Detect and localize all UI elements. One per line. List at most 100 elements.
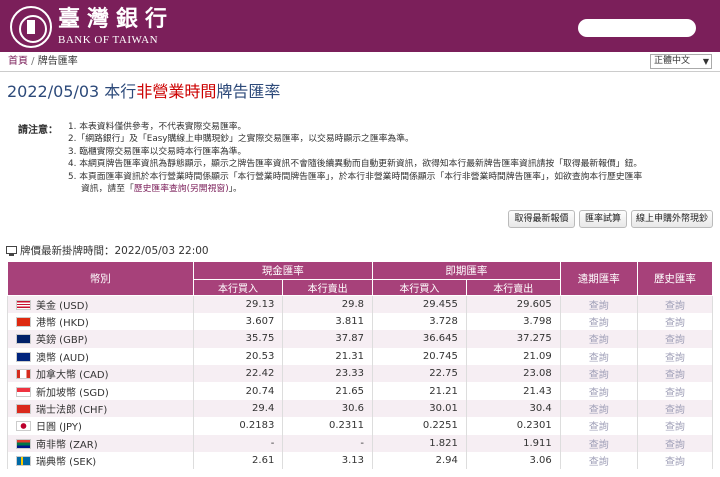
currency-cell: 美金 (USD): [7, 295, 194, 313]
history-query-link[interactable]: 查詢: [636, 417, 714, 435]
history-query-link[interactable]: 查詢: [636, 452, 714, 470]
currency-name: 港幣 (HKD): [36, 318, 89, 330]
cash-buy-cell: 22.42: [192, 365, 284, 383]
header-forward-rate: 遠期匯率: [559, 261, 638, 296]
forward-query-link[interactable]: 查詢: [559, 312, 638, 331]
cash-sell-cell: 37.87: [282, 330, 373, 348]
spot-sell-cell: 1.911: [465, 434, 561, 453]
currency-name: 美金 (USD): [36, 300, 89, 312]
quote-time: 牌價最新掛牌時間：2022/05/03 22:00: [6, 243, 209, 258]
logo-chinese-name: 臺灣銀行: [58, 6, 175, 32]
forward-query-link[interactable]: 查詢: [559, 452, 638, 470]
forward-query-link[interactable]: 查詢: [559, 295, 638, 313]
spot-sell-cell: 21.43: [465, 382, 561, 400]
spot-sell-cell: 23.08: [465, 365, 561, 383]
currency-name: 加拿大幣 (CAD): [36, 370, 109, 382]
logo-english-name: BANK OF TAIWAN: [58, 34, 159, 46]
spot-buy-cell: 21.21: [372, 382, 467, 400]
spot-buy-cell: 3.728: [372, 312, 467, 331]
currency-cell: 英鎊 (GBP): [7, 330, 194, 348]
header-spot-rate: 即期匯率: [372, 261, 561, 280]
history-rate-link[interactable]: 歷史匯率查詢(另開視窗): [134, 184, 229, 194]
table-row: 澳幣 (AUD) 20.53 21.31 20.745 21.09 查詢 查詢: [7, 347, 714, 366]
currency-cell: 澳幣 (AUD): [7, 347, 194, 366]
sg-flag-icon: [16, 386, 31, 397]
forward-query-link[interactable]: 查詢: [559, 434, 638, 453]
spot-sell-cell: 29.605: [465, 295, 561, 313]
cash-buy-cell: 3.607: [192, 312, 284, 331]
notice-label: 請注意：: [18, 125, 58, 136]
search-input[interactable]: [578, 19, 696, 37]
za-flag-icon: [16, 438, 31, 449]
breadcrumb-home-link[interactable]: 首頁: [8, 56, 28, 67]
header-cash-sell: 本行賣出: [282, 279, 373, 296]
spot-buy-cell: 22.75: [372, 365, 467, 383]
spot-sell-cell: 0.2301: [465, 417, 561, 435]
breadcrumb-separator: /: [28, 56, 38, 67]
bank-logo[interactable]: 臺灣銀行 BANK OF TAIWAN: [10, 6, 174, 48]
currency-name: 澳幣 (AUD): [36, 352, 89, 364]
language-select[interactable]: 正體中文 ▼: [650, 54, 712, 69]
forward-query-link[interactable]: 查詢: [559, 417, 638, 435]
header-history-rate: 歷史匯率: [636, 261, 714, 296]
cash-buy-cell: 20.74: [192, 382, 284, 400]
cash-order-button[interactable]: 線上申購外幣現鈔: [631, 210, 713, 228]
title-highlight: 非營業時間: [136, 82, 217, 101]
notice-list: 1. 本表資料僅供參考，不代表實際交易匯率。 2.「網路銀行」及「Easy購線上…: [68, 121, 642, 195]
table-row: 美金 (USD) 29.13 29.8 29.455 29.605 查詢 查詢: [7, 295, 714, 313]
ca-flag-icon: [16, 369, 31, 380]
header-cash-rate: 現金匯率: [192, 261, 374, 280]
header-spot-sell: 本行賣出: [465, 279, 561, 296]
forward-query-link[interactable]: 查詢: [559, 330, 638, 348]
page-title: 2022/05/03 本行非營業時間牌告匯率: [7, 82, 281, 101]
currency-name: 英鎊 (GBP): [36, 335, 88, 347]
notice-item: 4. 本網頁牌告匯率資訊為靜態顯示，顯示之牌告匯率資訊不會隨後續異動而自動更新資…: [68, 159, 643, 170]
site-header: 臺灣銀行 BANK OF TAIWAN: [0, 0, 720, 52]
history-query-link[interactable]: 查詢: [636, 382, 714, 400]
forward-query-link[interactable]: 查詢: [559, 347, 638, 366]
history-query-link[interactable]: 查詢: [636, 365, 714, 383]
history-query-link[interactable]: 查詢: [636, 330, 714, 348]
spot-buy-cell: 1.821: [372, 434, 467, 453]
gb-flag-icon: [16, 334, 31, 345]
history-query-link[interactable]: 查詢: [636, 347, 714, 366]
spot-sell-cell: 21.09: [465, 347, 561, 366]
us-flag-icon: [16, 299, 31, 310]
notice-item: 3. 臨櫃實際交易匯率以交易時本行匯率為準。: [68, 146, 247, 157]
rate-calculator-button[interactable]: 匯率試算: [579, 210, 627, 228]
breadcrumb-current: 牌告匯率: [37, 56, 78, 67]
currency-cell: 港幣 (HKD): [7, 312, 194, 331]
history-query-link[interactable]: 查詢: [636, 312, 714, 331]
cash-sell-cell: 29.8: [282, 295, 373, 313]
spot-buy-cell: 30.01: [372, 399, 467, 418]
quote-time-text: 牌價最新掛牌時間：2022/05/03 22:00: [20, 245, 209, 257]
currency-name: 瑞士法郎 (CHF): [36, 405, 108, 417]
history-query-link[interactable]: 查詢: [636, 399, 714, 418]
table-row: 日圓 (JPY) 0.2183 0.2311 0.2251 0.2301 查詢 查詢: [7, 417, 714, 435]
history-query-link[interactable]: 查詢: [636, 434, 714, 453]
bank-seal-icon: [10, 6, 52, 48]
cash-buy-cell: 2.61: [192, 452, 284, 470]
cash-sell-cell: 21.65: [282, 382, 373, 400]
forward-query-link[interactable]: 查詢: [559, 399, 638, 418]
currency-cell: 南非幣 (ZAR): [7, 434, 194, 453]
table-row: 港幣 (HKD) 3.607 3.811 3.728 3.798 查詢 查詢: [7, 312, 714, 331]
forward-query-link[interactable]: 查詢: [559, 382, 638, 400]
currency-cell: 新加坡幣 (SGD): [7, 382, 194, 400]
au-flag-icon: [16, 351, 31, 362]
cash-buy-cell: 0.2183: [192, 417, 284, 435]
history-query-link[interactable]: 查詢: [636, 295, 714, 313]
currency-cell: 加拿大幣 (CAD): [7, 365, 194, 383]
cash-sell-cell: 3.811: [282, 312, 373, 331]
header-cash-buy: 本行買入: [192, 279, 284, 296]
exchange-rate-table: 幣別 現金匯率 即期匯率 遠期匯率 歷史匯率 本行買入 本行賣出 本行買入 本行…: [7, 261, 714, 470]
table-row: 英鎊 (GBP) 35.75 37.87 36.645 37.275 查詢 查詢: [7, 330, 714, 348]
se-flag-icon: [16, 456, 31, 467]
refresh-quote-button[interactable]: 取得最新報價: [508, 210, 575, 228]
forward-query-link[interactable]: 查詢: [559, 365, 638, 383]
spot-sell-cell: 3.798: [465, 312, 561, 331]
table-row: 瑞士法郎 (CHF) 29.4 30.6 30.01 30.4 查詢 查詢: [7, 399, 714, 418]
chevron-down-icon: ▼: [702, 57, 709, 66]
spot-sell-cell: 30.4: [465, 399, 561, 418]
cash-sell-cell: 0.2311: [282, 417, 373, 435]
